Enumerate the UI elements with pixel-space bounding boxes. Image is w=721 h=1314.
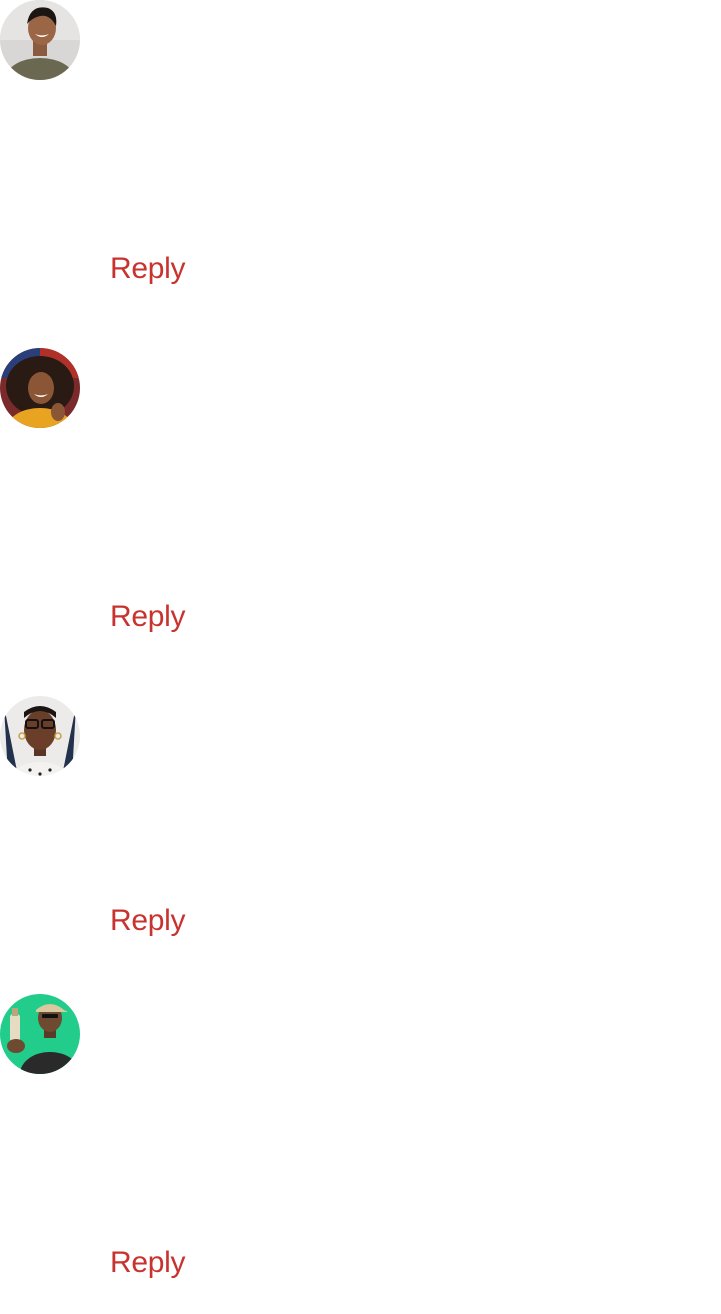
reply-button[interactable]: Reply: [110, 251, 186, 287]
user-avatar[interactable]: [0, 0, 80, 80]
user-avatar[interactable]: [0, 348, 80, 428]
user-avatar[interactable]: [0, 994, 80, 1074]
reply-button[interactable]: Reply: [110, 1245, 186, 1281]
reply-button[interactable]: Reply: [110, 599, 186, 635]
user-avatar[interactable]: [0, 696, 80, 776]
reply-button[interactable]: Reply: [110, 903, 186, 939]
